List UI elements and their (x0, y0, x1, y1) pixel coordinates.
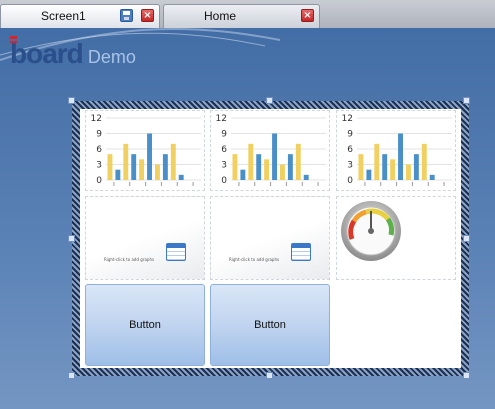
bar (131, 154, 137, 180)
tab-label: Home (204, 9, 237, 23)
bar (147, 133, 152, 180)
chart-cell[interactable]: 0 3 6 9 12 (210, 110, 330, 191)
bar-chart: 0 3 6 9 12 (216, 114, 326, 186)
resize-handle[interactable] (266, 97, 273, 104)
bar-chart: 0 3 6 9 12 (342, 114, 452, 186)
bar (429, 174, 435, 180)
close-icon[interactable]: × (141, 9, 154, 22)
chart-cell[interactable]: 0 3 6 9 12 (336, 110, 456, 191)
close-icon[interactable]: × (301, 9, 314, 22)
bar (272, 133, 277, 180)
resize-handle[interactable] (68, 97, 75, 104)
bar (162, 154, 168, 180)
report-text: Right-click to add graphs (229, 257, 280, 262)
y-tick-label: 6 (347, 145, 353, 155)
logo-demo: Demo (87, 47, 136, 67)
y-tick-label: 3 (96, 161, 102, 171)
resize-handle[interactable] (68, 372, 75, 379)
bar-chart: 0 3 6 9 12 (91, 114, 201, 186)
tab-label: Screen1 (41, 9, 86, 23)
bar (382, 154, 388, 180)
bar (155, 164, 160, 180)
resize-handle[interactable] (463, 235, 470, 242)
y-tick-label: 9 (347, 130, 353, 140)
report-cell[interactable]: Right-click to add graphs (210, 196, 330, 280)
gauge-icon (341, 201, 401, 261)
resize-handle[interactable] (463, 97, 470, 104)
y-tick-label: 6 (221, 145, 227, 155)
button-1[interactable]: Button (85, 284, 205, 366)
tab-screen1[interactable]: Screen1 × (0, 4, 160, 28)
resize-handle[interactable] (266, 372, 273, 379)
bar (374, 143, 380, 180)
y-tick-label: 9 (96, 130, 102, 140)
bar (358, 154, 364, 180)
bar (366, 169, 372, 180)
bar (248, 143, 254, 180)
bar (421, 143, 427, 180)
logo-mark (10, 36, 17, 39)
report-text: Right-click to add graphs (104, 257, 155, 262)
empty-cell[interactable] (336, 284, 456, 366)
y-tick-label: 3 (221, 161, 227, 171)
bar (232, 154, 238, 180)
logo-word: board (10, 38, 84, 69)
y-tick-label: 9 (221, 130, 227, 140)
y-tick-label: 0 (347, 176, 353, 186)
table-icon (166, 243, 186, 261)
bar (139, 159, 145, 180)
bar (115, 169, 121, 180)
resize-handle[interactable] (463, 372, 470, 379)
tab-bar: Screen1 × Home × (0, 0, 495, 28)
bar (295, 143, 301, 180)
bar (256, 154, 262, 180)
y-tick-label: 12 (91, 114, 102, 124)
y-tick-label: 12 (342, 114, 353, 124)
bar (264, 159, 270, 180)
bar (398, 133, 403, 180)
bar (240, 169, 246, 180)
bar (287, 154, 293, 180)
bar (303, 174, 309, 180)
bar (123, 143, 129, 180)
save-icon[interactable] (120, 9, 133, 22)
y-tick-label: 12 (216, 114, 227, 124)
bar (170, 143, 176, 180)
y-tick-label: 3 (347, 161, 353, 171)
y-tick-label: 0 (221, 176, 227, 186)
board-logo: board Demo (10, 36, 136, 70)
bar (107, 154, 113, 180)
report-cell[interactable]: Right-click to add graphs (85, 196, 205, 280)
tab-home[interactable]: Home × (163, 4, 320, 28)
chart-cell[interactable]: 0 3 6 9 12 (85, 110, 205, 191)
y-tick-label: 6 (96, 145, 102, 155)
bar (280, 164, 285, 180)
gauge-cell[interactable] (336, 196, 456, 280)
bar (413, 154, 419, 180)
logo-mark (10, 41, 17, 43)
table-icon (291, 243, 311, 261)
bar (390, 159, 396, 180)
bar (406, 164, 411, 180)
button-2[interactable]: Button (210, 284, 330, 366)
resize-handle[interactable] (68, 235, 75, 242)
y-tick-label: 0 (96, 176, 102, 186)
bar (178, 174, 184, 180)
